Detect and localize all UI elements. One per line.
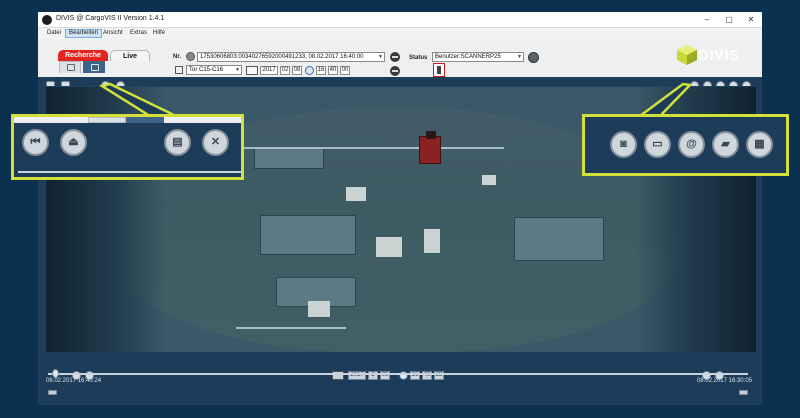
storage-rack <box>254 147 324 169</box>
pallet-box <box>308 301 330 317</box>
callout-left-zoom: ⏮ ⏏ ▤ ✕ <box>11 114 244 180</box>
status-value: Benutzer:SCANNERP25 <box>435 54 501 60</box>
date-year[interactable]: 2017 <box>260 66 278 75</box>
callout-tab-active <box>126 117 164 123</box>
time-hour[interactable]: 16 <box>316 66 326 75</box>
scanner-button[interactable] <box>433 63 445 77</box>
pallet-box <box>346 187 366 201</box>
menu-extras[interactable]: Extras <box>127 29 150 38</box>
timeline-bar: 2017 2 08 16 40 22 08.02.2017 16:40:24 0… <box>38 352 762 405</box>
menu-datei[interactable]: Datei <box>44 29 64 38</box>
clock-icon[interactable] <box>305 66 314 75</box>
gate-select[interactable]: Tor C15-C16 ▼ <box>186 65 242 75</box>
gate-icon <box>175 66 183 74</box>
zoom-in-icon[interactable] <box>739 390 748 395</box>
storage-rack <box>260 215 356 255</box>
time-go-button[interactable] <box>390 66 400 76</box>
pallet-box <box>376 237 402 257</box>
divis-logo-icon <box>677 45 697 65</box>
status-label: Status <box>409 55 428 61</box>
date-month[interactable]: 02 <box>280 66 290 75</box>
tab-live[interactable]: Live <box>110 50 150 61</box>
maximize-button[interactable]: ▢ <box>720 14 738 26</box>
divis-logo: DIVIS <box>660 42 750 70</box>
timeline-handle[interactable] <box>52 369 59 378</box>
skip-back-icon[interactable]: ⏮ <box>22 129 49 156</box>
title-bar: DIVIS @ CargoVIS II Version 1.4.1 – ▢ ✕ <box>38 12 762 28</box>
shelf-beam <box>236 327 346 329</box>
zoom-out-icon[interactable] <box>48 390 57 395</box>
calendar-icon[interactable] <box>246 66 258 75</box>
chevron-down-icon: ▼ <box>378 54 383 60</box>
subtab-user[interactable] <box>59 61 81 73</box>
comment-icon[interactable]: ▰ <box>712 131 739 158</box>
timeline-track[interactable] <box>48 373 748 375</box>
app-icon <box>42 15 52 25</box>
pallet-box <box>424 229 440 253</box>
storage-rack <box>514 217 604 261</box>
save-icon[interactable]: ▤ <box>164 129 191 156</box>
nr-label: Nr. <box>173 54 182 60</box>
user-icon <box>67 64 75 71</box>
status-select[interactable]: Benutzer:SCANNERP25 ▼ <box>432 52 524 62</box>
menu-ansicht[interactable]: Ansicht <box>100 29 126 38</box>
logo-text: DIVIS <box>698 47 740 64</box>
end-timestamp: 08.02.2017 16:30:05 <box>696 378 752 384</box>
start-timestamp: 08.02.2017 16:40:24 <box>46 378 102 384</box>
toolbar: Recherche Live Nr. 17530606803:003402765… <box>38 39 762 77</box>
close-window-button[interactable]: ✕ <box>742 14 760 26</box>
clapperboard-icon[interactable]: ▦ <box>746 131 773 158</box>
tab-recherche[interactable]: Recherche <box>58 50 108 61</box>
nr-go-button[interactable] <box>390 52 400 62</box>
barcode-icon[interactable] <box>186 52 195 61</box>
app-window: DIVIS @ CargoVIS II Version 1.4.1 – ▢ ✕ … <box>38 12 762 405</box>
chevron-down-icon: ▼ <box>517 54 522 60</box>
callout-tabstrip <box>14 117 241 123</box>
close-icon[interactable]: ✕ <box>202 129 229 156</box>
callout-divider <box>18 171 241 173</box>
time-second[interactable]: 00 <box>340 66 350 75</box>
chevron-down-icon: ▼ <box>235 67 240 73</box>
pallet-box <box>482 175 496 185</box>
subtab-images[interactable] <box>83 61 105 73</box>
image-icon <box>91 64 99 71</box>
menu-bar: Datei Bearbeiten Ansicht Extras Hilfe <box>38 28 762 39</box>
user-settings-button[interactable] <box>528 52 539 63</box>
minimize-button[interactable]: – <box>698 14 716 26</box>
eject-icon[interactable]: ⏏ <box>60 129 87 156</box>
callout-right-zoom: ◙ ▭ @ ▰ ▦ <box>582 114 789 176</box>
camera-icon[interactable]: ◙ <box>610 131 637 158</box>
time-minute[interactable]: 40 <box>328 66 338 75</box>
gate-value: Tor C15-C16 <box>189 67 224 73</box>
forklift <box>419 131 441 164</box>
callout-tab <box>88 117 126 123</box>
nr-value: 17530606803:00340276592000491233, 08.02.… <box>200 54 364 60</box>
printer-icon[interactable]: ▭ <box>644 131 671 158</box>
menu-hilfe[interactable]: Hilfe <box>150 29 168 38</box>
nr-select[interactable]: 17530606803:00340276592000491233, 08.02.… <box>197 52 385 62</box>
email-icon[interactable]: @ <box>678 131 705 158</box>
date-day[interactable]: 08 <box>292 66 302 75</box>
window-title: DIVIS @ CargoVIS II Version 1.4.1 <box>56 15 165 22</box>
menu-bearbeiten[interactable]: Bearbeiten <box>65 29 103 38</box>
shelf-beam <box>244 147 504 149</box>
